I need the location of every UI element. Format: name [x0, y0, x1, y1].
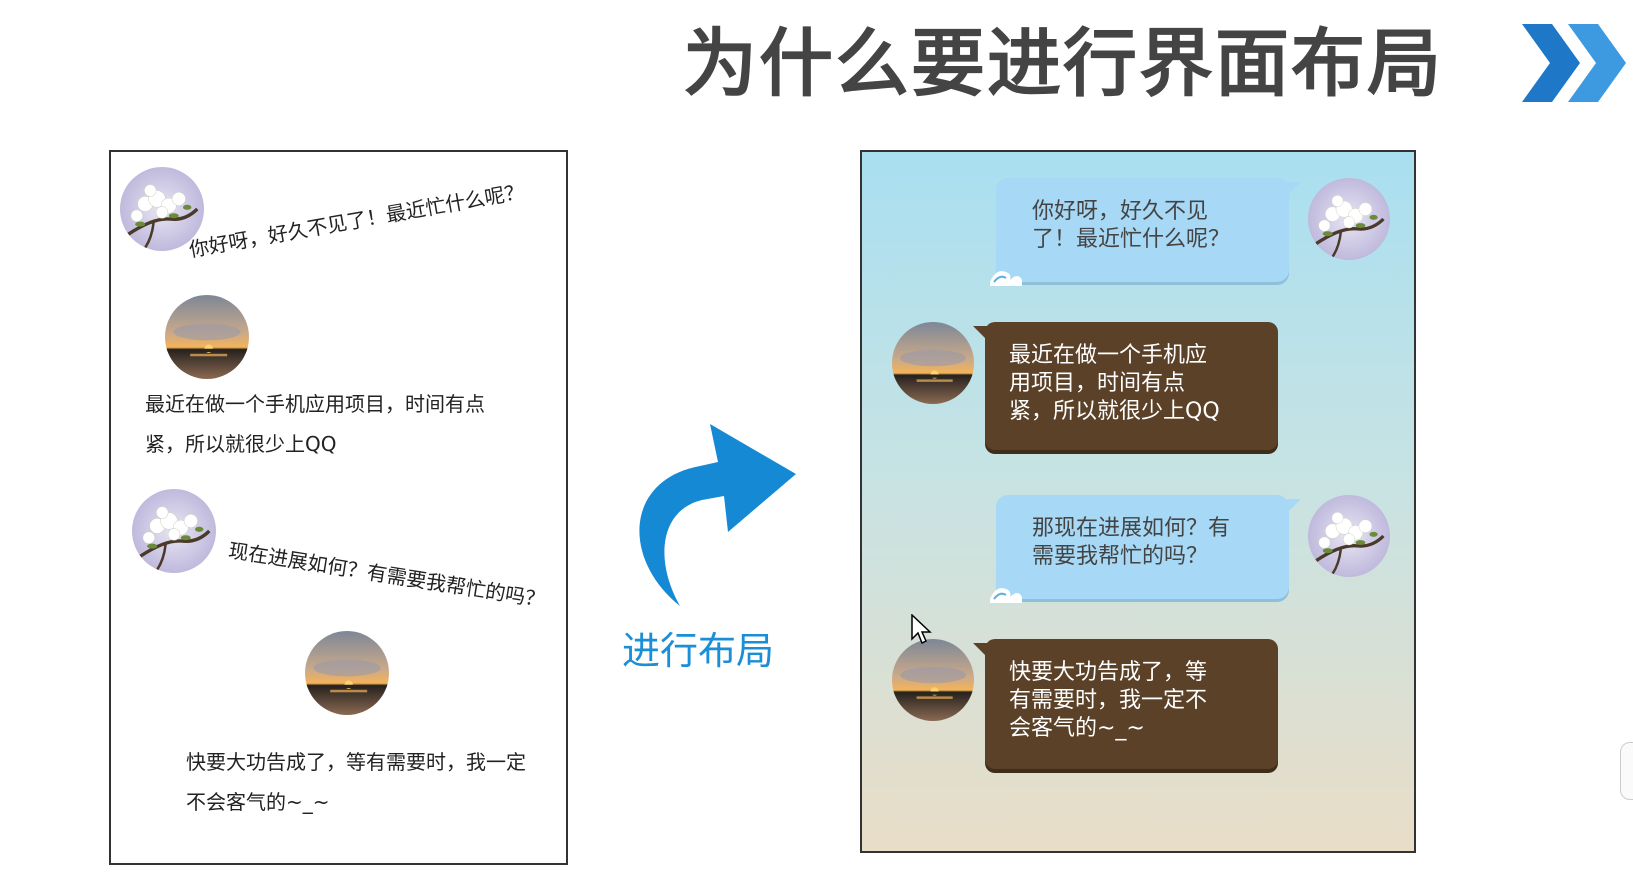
- chat-bubble-incoming: 那现在进展如何？有 需要我帮忙的吗？: [990, 495, 1301, 603]
- message-3: 现在进展如何？有需要我帮忙的吗？: [226, 538, 547, 612]
- bubble-line: 那现在进展如何？有: [1032, 516, 1231, 541]
- unstructured-chat-panel: 你好呀，好久不见了！最近忙什么呢？ 最近在做一个手机应用项目，时间有点 紧，所以…: [109, 150, 568, 865]
- bubble-line: 有需要时，我一定不: [1009, 688, 1208, 713]
- chat-bubble-outgoing: 最近在做一个手机应 用项目，时间有点 紧，所以就很少上QQ: [973, 322, 1278, 450]
- arrow-label: 进行布局: [622, 629, 775, 673]
- message-1: 你好呀，好久不见了！最近忙什么呢？: [187, 179, 527, 262]
- bubble-line: 快要大功告成了，等: [1009, 660, 1208, 685]
- bubble-line: 你好呀，好久不见: [1032, 199, 1209, 224]
- wave-icon: [990, 588, 1022, 603]
- flower-avatar: [1308, 495, 1390, 577]
- message-4-line1: 快要大功告成了，等有需要时，我一定: [186, 750, 526, 774]
- curved-arrow-icon: [639, 424, 796, 606]
- message-4-line2: 不会客气的~_~: [186, 790, 330, 814]
- sunset-avatar: [892, 639, 974, 721]
- sunset-avatar: [892, 322, 974, 404]
- sunset-avatar: [305, 631, 389, 715]
- bubble-line: 最近在做一个手机应: [1009, 343, 1208, 368]
- message-2-line2: 紧，所以就很少上QQ: [145, 432, 337, 456]
- side-handle[interactable]: [1620, 742, 1633, 800]
- chat-bubble-outgoing: 快要大功告成了，等 有需要时，我一定不 会客气的~_~: [973, 639, 1278, 769]
- structured-chat-panel: 你好呀，好久不见 了！最近忙什么呢？ 最近在做一个手机应 用项目，时间有点 紧，…: [860, 150, 1416, 853]
- sunset-avatar: [165, 295, 249, 379]
- flower-avatar: [1308, 178, 1390, 260]
- bubble-line: 需要我帮忙的吗？: [1032, 544, 1209, 569]
- slide-title: 为什么要进行界面布局: [683, 21, 1443, 107]
- bubble-line: 会客气的~_~: [1009, 716, 1145, 741]
- message-2-line1: 最近在做一个手机应用项目，时间有点: [145, 392, 485, 416]
- wave-icon: [990, 271, 1022, 286]
- bubble-line: 紧，所以就很少上QQ: [1009, 399, 1220, 424]
- chevron-right-icon: [1522, 24, 1626, 102]
- bubble-line: 了！最近忙什么呢？: [1032, 227, 1231, 252]
- chat-bubble-incoming: 你好呀，好久不见 了！最近忙什么呢？: [990, 178, 1301, 286]
- bubble-line: 用项目，时间有点: [1009, 371, 1186, 396]
- mouse-cursor-icon: [911, 614, 932, 645]
- flower-avatar: [132, 489, 216, 573]
